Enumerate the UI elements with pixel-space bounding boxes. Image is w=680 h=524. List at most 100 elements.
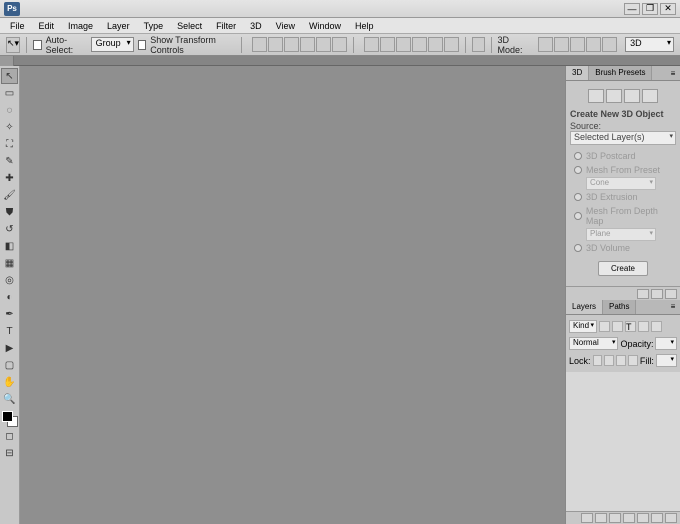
tool-marquee[interactable]: ▭: [1, 85, 18, 101]
radio-3d-volume[interactable]: [574, 244, 582, 252]
align-vcenter-icon[interactable]: [268, 37, 283, 52]
new-layer-icon[interactable]: [651, 513, 663, 523]
radio-depth-map[interactable]: [574, 212, 582, 220]
tool-brush[interactable]: 🖌: [1, 187, 18, 203]
3d-drag-icon[interactable]: [570, 37, 585, 52]
maximize-button[interactable]: ❐: [642, 3, 658, 15]
tool-gradient[interactable]: ▦: [1, 255, 18, 271]
tool-crop[interactable]: ⛶: [1, 136, 18, 152]
tool-stamp[interactable]: ⛊: [1, 204, 18, 220]
layer-style-icon[interactable]: [595, 513, 607, 523]
menu-3d[interactable]: 3D: [244, 20, 268, 32]
opacity-value[interactable]: [655, 337, 677, 350]
distribute-vcenter-icon[interactable]: [380, 37, 395, 52]
align-right-icon[interactable]: [332, 37, 347, 52]
depth-map-select[interactable]: Plane: [586, 228, 656, 241]
distribute-top-icon[interactable]: [364, 37, 379, 52]
3d-scale-icon[interactable]: [602, 37, 617, 52]
trash-icon[interactable]: [665, 513, 677, 523]
tool-eyedropper[interactable]: ✎: [1, 153, 18, 169]
3d-rotate-icon[interactable]: [538, 37, 553, 52]
lock-position-icon[interactable]: [616, 355, 626, 366]
tool-healing[interactable]: ✚: [1, 170, 18, 186]
tool-zoom[interactable]: 🔍: [1, 391, 18, 407]
show-transform-checkbox[interactable]: [138, 40, 147, 50]
3d-scene-filter-icon[interactable]: [588, 89, 604, 103]
tool-move[interactable]: ↖: [1, 68, 18, 84]
3d-roll-icon[interactable]: [554, 37, 569, 52]
3d-render-icon[interactable]: [637, 289, 649, 299]
menu-select[interactable]: Select: [171, 20, 208, 32]
auto-align-layers-icon[interactable]: [472, 37, 485, 52]
3d-new-light-icon[interactable]: [651, 289, 663, 299]
menu-window[interactable]: Window: [303, 20, 347, 32]
filter-type-icon[interactable]: T: [625, 321, 636, 332]
tool-hand[interactable]: ✋: [1, 374, 18, 390]
menu-image[interactable]: Image: [62, 20, 99, 32]
tab-paths[interactable]: Paths: [603, 300, 636, 314]
lock-pixels-icon[interactable]: [604, 355, 614, 366]
link-layers-icon[interactable]: [581, 513, 593, 523]
tool-quick-mask[interactable]: ◻: [1, 428, 18, 444]
menu-view[interactable]: View: [270, 20, 301, 32]
auto-select-checkbox[interactable]: [33, 40, 42, 50]
align-bottom-icon[interactable]: [284, 37, 299, 52]
menu-layer[interactable]: Layer: [101, 20, 136, 32]
tab-3d[interactable]: 3D: [566, 66, 589, 80]
filter-shape-icon[interactable]: [638, 321, 649, 332]
distribute-right-icon[interactable]: [444, 37, 459, 52]
radio-3d-extrusion[interactable]: [574, 193, 582, 201]
close-button[interactable]: ✕: [660, 3, 676, 15]
align-top-icon[interactable]: [252, 37, 267, 52]
filter-smart-icon[interactable]: [651, 321, 662, 332]
radio-3d-postcard[interactable]: [574, 152, 582, 160]
move-tool-preset-icon[interactable]: ↖▾: [6, 37, 20, 53]
menu-type[interactable]: Type: [138, 20, 170, 32]
mesh-preset-select[interactable]: Cone: [586, 177, 656, 190]
tool-dodge[interactable]: ◐: [1, 289, 18, 305]
3d-mesh-filter-icon[interactable]: [606, 89, 622, 103]
workspace-switcher[interactable]: 3D: [625, 37, 674, 52]
filter-adjust-icon[interactable]: [612, 321, 623, 332]
tool-rectangle[interactable]: ▢: [1, 357, 18, 373]
canvas-area[interactable]: [20, 66, 565, 524]
tool-lasso[interactable]: ◌: [1, 102, 18, 118]
tool-pen[interactable]: ✒: [1, 306, 18, 322]
layers-list[interactable]: [566, 372, 680, 511]
tab-brush-presets[interactable]: Brush Presets: [589, 66, 652, 80]
lock-all-icon[interactable]: [628, 355, 638, 366]
3d-light-filter-icon[interactable]: [642, 89, 658, 103]
tool-magic-wand[interactable]: ✧: [1, 119, 18, 135]
distribute-hcenter-icon[interactable]: [428, 37, 443, 52]
blend-mode-select[interactable]: Normal: [569, 337, 618, 350]
distribute-left-icon[interactable]: [412, 37, 427, 52]
auto-select-target[interactable]: Group: [91, 37, 134, 52]
minimize-button[interactable]: —: [624, 3, 640, 15]
3d-material-filter-icon[interactable]: [624, 89, 640, 103]
panel-menu-icon[interactable]: ≡: [666, 66, 680, 80]
3d-trash-icon[interactable]: [665, 289, 677, 299]
layer-mask-icon[interactable]: [609, 513, 621, 523]
menu-help[interactable]: Help: [349, 20, 380, 32]
layer-group-icon[interactable]: [637, 513, 649, 523]
filter-pixel-icon[interactable]: [599, 321, 610, 332]
foreground-color-swatch[interactable]: [2, 411, 13, 422]
color-swatches[interactable]: [2, 411, 18, 427]
layers-panel-menu-icon[interactable]: ≡: [666, 300, 680, 314]
menu-edit[interactable]: Edit: [33, 20, 61, 32]
tool-screen-mode[interactable]: ⊟: [1, 445, 18, 461]
align-hcenter-icon[interactable]: [316, 37, 331, 52]
distribute-bottom-icon[interactable]: [396, 37, 411, 52]
tool-path-select[interactable]: ▶: [1, 340, 18, 356]
fill-value[interactable]: [656, 354, 677, 367]
lock-transparent-icon[interactable]: [593, 355, 603, 366]
tab-layers[interactable]: Layers: [566, 300, 603, 314]
align-left-icon[interactable]: [300, 37, 315, 52]
tool-history-brush[interactable]: ↺: [1, 221, 18, 237]
menu-filter[interactable]: Filter: [210, 20, 242, 32]
tool-type[interactable]: T: [1, 323, 18, 339]
doc-tab-collapse[interactable]: [0, 56, 14, 66]
radio-mesh-preset[interactable]: [574, 166, 582, 174]
3d-slide-icon[interactable]: [586, 37, 601, 52]
menu-file[interactable]: File: [4, 20, 31, 32]
